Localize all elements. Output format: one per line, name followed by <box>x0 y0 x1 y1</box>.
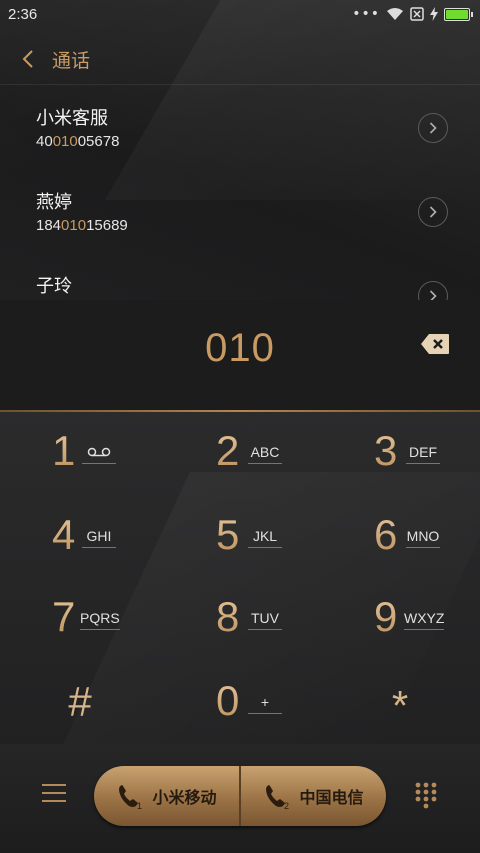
key-2[interactable]: 2 ABC <box>160 412 320 495</box>
battery-icon <box>444 7 473 21</box>
dial-keypad: 1 2 ABC 3 DEF 4 GHI 5 JKL 6 MNO 7 PQRS 8… <box>0 412 480 744</box>
call-button-group: 1 小米移动 2 中国电信 <box>94 766 386 826</box>
key-star[interactable]: * <box>320 662 480 744</box>
dialed-number: 010 <box>205 325 275 370</box>
sim-x-icon <box>410 7 424 21</box>
key-digit: 0 <box>216 677 240 724</box>
key-digit: 5 <box>216 511 240 558</box>
contact-name: 小米客服 <box>36 108 108 129</box>
chevron-right-icon <box>429 206 437 218</box>
svg-text:1: 1 <box>137 801 142 810</box>
key-digit: 6 <box>374 511 398 558</box>
voicemail-icon <box>82 444 116 464</box>
contact-item[interactable]: 子玲 <box>0 258 480 300</box>
menu-icon[interactable] <box>42 784 66 806</box>
key-9[interactable]: 9 WXYZ <box>320 578 480 661</box>
key-letters: JKL <box>248 528 282 548</box>
status-bar: 2:36 ••• <box>0 0 480 28</box>
phone-sim1-icon: 1 <box>119 785 143 810</box>
key-hash[interactable]: # <box>0 662 160 744</box>
page-title: 通话 <box>52 49 91 72</box>
contact-number: 18401015689 <box>36 217 128 234</box>
phone-sim2-icon: 2 <box>266 785 290 810</box>
sim1-label: 小米移动 <box>152 788 217 807</box>
contact-name: 燕婷 <box>36 192 72 213</box>
chevron-left-icon[interactable] <box>18 49 38 69</box>
key-digit: 4 <box>52 511 76 558</box>
key-letters: ABC <box>248 444 282 464</box>
key-letters: WXYZ <box>404 610 445 630</box>
key-digit: 7 <box>52 593 76 640</box>
key-4[interactable]: 4 GHI <box>0 496 160 579</box>
key-digit: * <box>391 682 409 729</box>
bottom-bar: 1 小米移动 2 中国电信 <box>0 744 480 853</box>
key-letters: + <box>248 694 282 714</box>
contact-number: 4001005678 <box>36 133 120 150</box>
key-3[interactable]: 3 DEF <box>320 412 480 495</box>
dialpad-icon[interactable] <box>414 781 438 809</box>
divider <box>0 84 480 85</box>
contact-detail-button[interactable] <box>418 281 448 300</box>
contact-detail-button[interactable] <box>418 197 448 227</box>
key-letters: GHI <box>82 528 116 548</box>
contact-name: 子玲 <box>36 276 72 297</box>
contact-detail-button[interactable] <box>418 113 448 143</box>
call-sim2-button[interactable]: 2 中国电信 <box>239 766 386 826</box>
key-letters: TUV <box>248 610 282 630</box>
chevron-right-icon <box>429 122 437 134</box>
call-sim1-button[interactable]: 1 小米移动 <box>94 766 239 826</box>
key-digit: 1 <box>52 427 76 474</box>
key-digit: 3 <box>374 427 398 474</box>
key-8[interactable]: 8 TUV <box>160 578 320 661</box>
key-1[interactable]: 1 <box>0 412 160 495</box>
key-letters: PQRS <box>80 610 120 630</box>
svg-text:2: 2 <box>284 801 289 810</box>
wifi-icon <box>387 8 403 20</box>
status-icons: ••• <box>352 6 473 22</box>
contact-item[interactable]: 小米客服 4001005678 <box>0 90 480 174</box>
contact-suggestion-list: 小米客服 4001005678 燕婷 18401015689 子玲 <box>0 90 480 300</box>
key-letters: MNO <box>406 528 440 548</box>
header: 通话 <box>0 36 480 82</box>
key-digit: 2 <box>216 427 240 474</box>
dial-input-area: 010 <box>0 300 480 410</box>
key-letters: DEF <box>406 444 440 464</box>
key-0[interactable]: 0 + <box>160 662 320 744</box>
key-digit: # <box>68 678 92 725</box>
more-dots-icon: ••• <box>352 6 380 22</box>
key-digit: 8 <box>216 593 240 640</box>
chevron-right-icon <box>429 290 437 300</box>
backspace-icon[interactable] <box>420 333 450 355</box>
key-5[interactable]: 5 JKL <box>160 496 320 579</box>
contact-item[interactable]: 燕婷 18401015689 <box>0 174 480 258</box>
key-digit: 9 <box>374 593 398 640</box>
status-time: 2:36 <box>8 5 38 23</box>
battery-level <box>446 9 468 19</box>
charging-icon <box>430 7 438 21</box>
sim2-label: 中国电信 <box>299 788 364 807</box>
key-7[interactable]: 7 PQRS <box>0 578 160 661</box>
key-6[interactable]: 6 MNO <box>320 496 480 579</box>
